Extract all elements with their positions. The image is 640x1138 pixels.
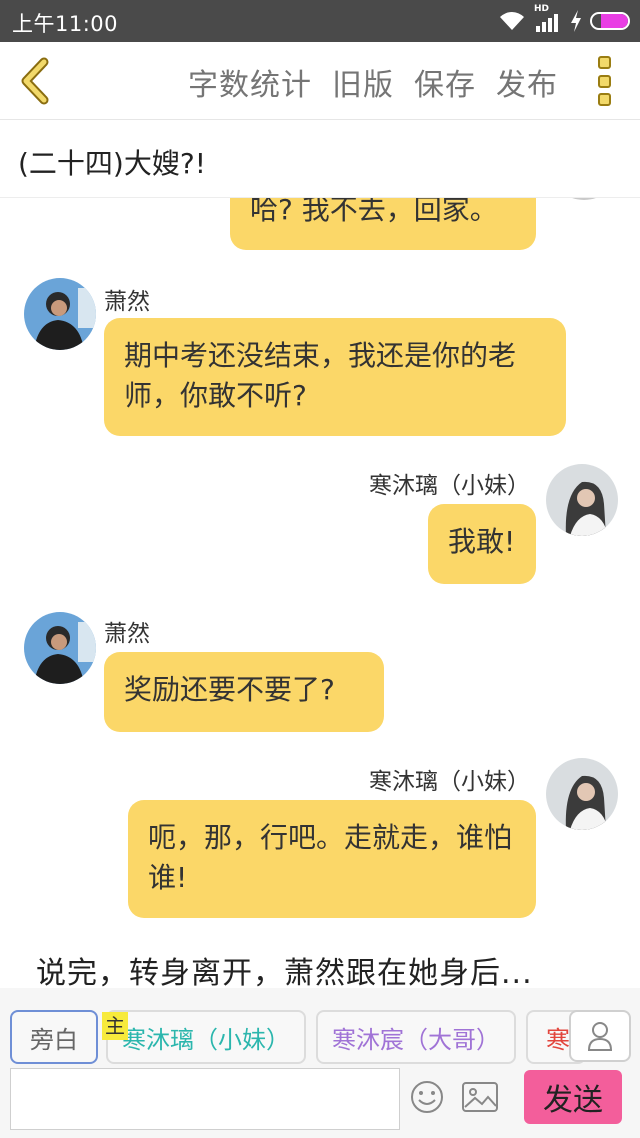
message-bubble[interactable]: 奖励还要不要了? (104, 652, 384, 732)
more-vertical-icon (598, 74, 611, 88)
speaker-name: 寒沐璃（小妹） (369, 473, 530, 499)
narration-text[interactable]: 说完，转身离开，萧然跟在她身后... (36, 948, 533, 988)
character-chip-han-mo-li[interactable]: 寒沐璃（小妹） (106, 1010, 306, 1064)
battery-level (601, 14, 628, 28)
word-count-button[interactable]: 字数统计 (188, 60, 312, 104)
character-chip-han-mo-chen[interactable]: 寒沐宸（大哥） (316, 1010, 516, 1064)
speaker-name: 寒沐璃（小妹） (369, 769, 530, 795)
character-selector: 旁白 寒沐璃（小妹） 寒沐宸（大哥） 寒 (0, 988, 640, 1066)
status-bar: 上午11:00 HD (0, 0, 640, 42)
main-character-tag: 主 (102, 1012, 128, 1040)
image-icon (462, 1082, 498, 1112)
message-text: 期中考还没结束，我还是你的老师，你敢不听? (124, 339, 517, 412)
speaker-name: 萧然 (104, 621, 150, 647)
character-manage-button[interactable] (569, 1010, 631, 1062)
save-button[interactable]: 保存 (414, 60, 476, 104)
message-text: 奖励还要不要了? (124, 673, 335, 706)
more-vertical-icon (598, 93, 611, 106)
message-bubble[interactable]: 哈? 我不去，回家。 (230, 198, 536, 250)
narration-chip[interactable]: 旁白 (10, 1010, 98, 1064)
avatar[interactable] (546, 464, 618, 536)
avatar[interactable] (546, 758, 618, 830)
message-bubble[interactable]: 呃，那，行吧。走就走，谁怕谁! (128, 800, 536, 918)
image-button[interactable] (462, 1082, 498, 1112)
status-icons: HD (498, 4, 630, 33)
send-button[interactable]: 发送 (524, 1070, 622, 1124)
avatar-female-icon (546, 464, 618, 536)
message-text: 我敢! (448, 525, 516, 558)
message-bubble[interactable]: 期中考还没结束，我还是你的老师，你敢不听? (104, 318, 566, 436)
more-vertical-icon (598, 56, 611, 69)
charge-icon (570, 10, 582, 32)
editor-toolbar: 字数统计 旧版 保存 发布 (0, 42, 640, 120)
toolbar-actions: 字数统计 旧版 保存 发布 (188, 60, 558, 104)
avatar-male-icon (24, 278, 96, 350)
chat-area[interactable]: 哈? 我不去，回家。 萧然 期中考还没结束，我还是你的老师，你敢不听? 寒沐璃（… (0, 198, 640, 988)
input-bar: 发送 (0, 1066, 640, 1138)
chapter-title[interactable]: (二十四)大嫂?! (18, 142, 206, 182)
avatar-female-icon (546, 758, 618, 830)
message-text: 哈? 我不去，回家。 (250, 198, 498, 226)
back-button[interactable] (14, 56, 58, 106)
avatar[interactable] (548, 198, 620, 200)
avatar[interactable] (24, 278, 96, 350)
chevron-left-icon (21, 57, 49, 105)
user-icon (587, 1022, 613, 1051)
wifi-icon (498, 10, 526, 32)
avatar[interactable] (24, 612, 96, 684)
message-text: 呃，那，行吧。走就走，谁怕谁! (148, 821, 513, 894)
emoji-button[interactable] (410, 1080, 444, 1114)
avatar-male-icon (24, 612, 96, 684)
status-time: 上午11:00 (12, 12, 119, 36)
signal-icon: HD (534, 4, 562, 33)
speaker-name: 萧然 (104, 289, 150, 315)
battery-icon (590, 12, 630, 30)
message-input[interactable] (10, 1068, 400, 1130)
network-label: HD (534, 4, 550, 14)
more-button[interactable] (594, 56, 616, 106)
publish-button[interactable]: 发布 (496, 60, 558, 104)
old-version-button[interactable]: 旧版 (332, 60, 394, 104)
message-bubble[interactable]: 我敢! (428, 504, 536, 584)
emoji-icon (411, 1081, 443, 1113)
